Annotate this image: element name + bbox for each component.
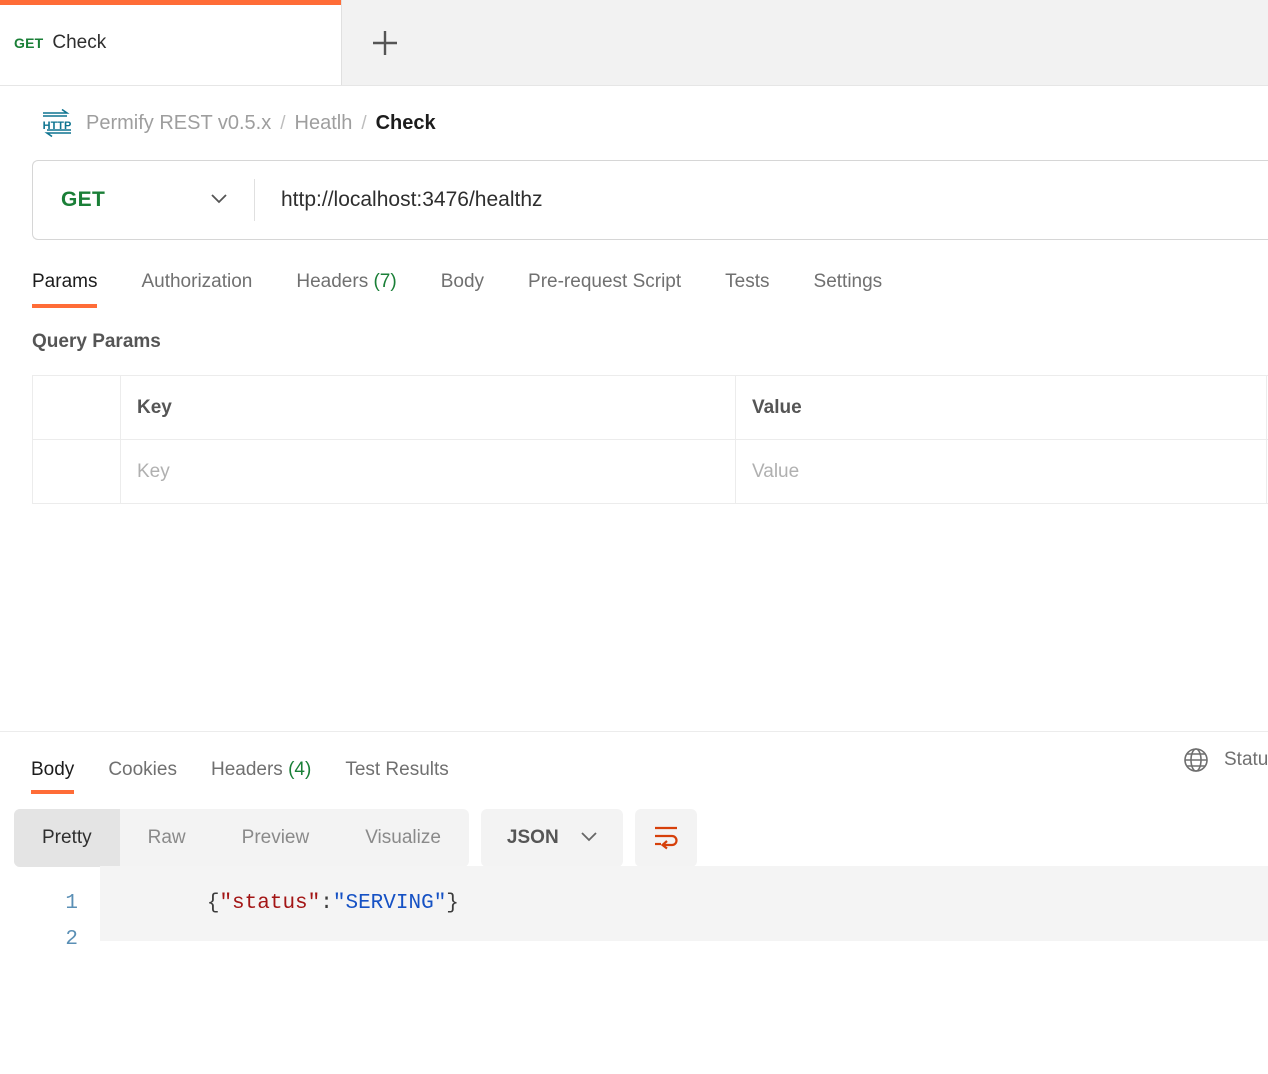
response-tab-test-results-label: Test Results [345,759,448,780]
response-pane: Body Cookies Headers (4) Test Results St… [0,732,1268,1074]
breadcrumb-item-collection[interactable]: Permify REST v0.5.x [86,112,271,135]
param-value-input[interactable]: Value [736,440,1267,503]
json-token-value: "SERVING" [333,892,446,915]
request-section-tabs: Params Authorization Headers (7) Body Pr… [0,271,1268,308]
url-bar-container: GET http://localhost:3476/healthz [0,160,1268,240]
view-mode-pretty[interactable]: Pretty [14,809,120,867]
word-wrap-button[interactable] [635,809,697,867]
tab-authorization[interactable]: Authorization [119,271,274,308]
tab-headers-label: Headers [296,271,368,292]
globe-icon[interactable] [1182,746,1210,774]
json-token-key: "status" [219,892,320,915]
tab-body-label: Body [441,271,484,292]
response-tab-body[interactable]: Body [14,759,91,794]
json-token-colon: : [320,892,333,915]
response-view-mode-group: Pretty Raw Preview Visualize [14,809,469,867]
code-line-content: {"status":"SERVING"} [100,866,1268,941]
tab-body[interactable]: Body [419,271,506,308]
response-tab-cookies[interactable]: Cookies [91,759,194,794]
chevron-down-icon [577,824,601,853]
breadcrumb: HTTP Permify REST v0.5.x / Heatlh / Chec… [0,86,1268,160]
response-language-select[interactable]: JSON [481,809,623,867]
json-token-brace-open: { [207,892,220,915]
tab-headers[interactable]: Headers (7) [274,271,418,308]
param-key-input[interactable]: Key [121,440,736,503]
tab-tests-label: Tests [725,271,769,292]
tab-settings[interactable]: Settings [792,271,905,308]
response-tab-headers-label: Headers [211,759,283,780]
breadcrumb-separator: / [361,113,366,135]
tab-pre-request-script-label: Pre-request Script [528,271,681,292]
line-number: 2 [0,928,100,951]
query-params-table: Key Value Key Value [32,375,1268,504]
request-tab-title: Check [52,32,106,54]
new-tab-button[interactable] [342,0,428,85]
code-line-content [100,936,1268,942]
response-tab-headers[interactable]: Headers (4) [194,759,328,794]
query-params-title: Query Params [32,331,1268,353]
table-header-row: Key Value [33,376,1268,440]
http-icon: HTTP [40,108,74,138]
http-method-value: GET [61,188,105,212]
response-body-code[interactable]: 1 {"status":"SERVING"} 2 [0,885,1268,957]
response-tab-headers-count: (4) [288,759,311,780]
tab-params-label: Params [32,271,97,292]
response-status-label: Status [1224,749,1268,771]
url-input[interactable]: http://localhost:3476/healthz [255,161,1268,239]
column-header-value: Value [736,376,1267,439]
column-header-key: Key [121,376,736,439]
request-tab-bar: GET Check [0,0,1268,86]
response-format-toolbar: Pretty Raw Preview Visualize JSON [0,809,1268,867]
breadcrumb-separator: / [280,113,285,135]
response-tab-body-label: Body [31,759,74,780]
http-method-select[interactable]: GET [33,161,254,239]
line-number: 1 [0,892,100,915]
request-tab-method: GET [14,35,43,51]
response-meta: Status [1182,746,1268,774]
row-checkbox-cell[interactable] [33,440,121,503]
view-mode-preview[interactable]: Preview [214,809,338,867]
tab-headers-count: (7) [373,271,396,292]
url-bar: GET http://localhost:3476/healthz [32,160,1268,240]
response-tab-test-results[interactable]: Test Results [328,759,465,794]
view-mode-raw[interactable]: Raw [120,809,214,867]
response-section-tabs: Body Cookies Headers (4) Test Results St… [0,732,1268,794]
tab-bar-empty-area [428,0,1268,85]
code-line: 1 {"status":"SERVING"} [0,885,1268,921]
table-row: Key Value [33,440,1268,504]
tab-settings-label: Settings [814,271,883,292]
tab-pre-request-script[interactable]: Pre-request Script [506,271,703,308]
breadcrumb-item-folder[interactable]: Heatlh [295,112,353,135]
plus-icon [368,26,402,60]
tab-params[interactable]: Params [32,271,119,308]
tab-authorization-label: Authorization [141,271,252,292]
json-token-brace-close: } [446,892,459,915]
chevron-down-icon [206,185,232,216]
select-all-checkbox-cell[interactable] [33,376,121,439]
request-tab-check[interactable]: GET Check [0,0,342,85]
view-mode-visualize[interactable]: Visualize [337,809,469,867]
response-tab-cookies-label: Cookies [108,759,177,780]
word-wrap-icon [651,821,681,856]
breadcrumb-item-current: Check [376,112,436,135]
tab-tests[interactable]: Tests [703,271,791,308]
response-language-value: JSON [507,827,559,849]
